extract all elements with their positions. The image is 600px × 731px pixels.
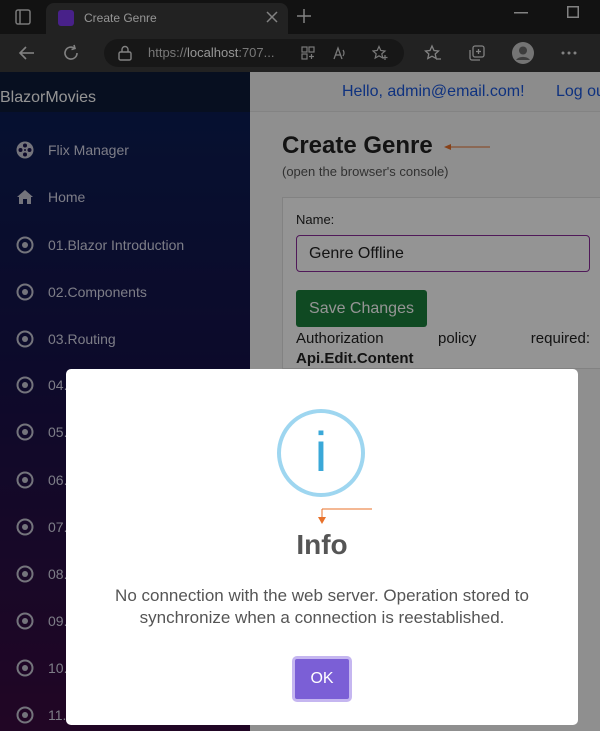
dialog-message: No connection with the web server. Opera…: [115, 586, 529, 627]
annotation-arrow-icon: [318, 508, 372, 524]
ok-button[interactable]: OK: [292, 656, 352, 702]
info-dialog: i Info No connection with the web server…: [66, 369, 578, 725]
info-icon: i: [277, 409, 365, 497]
info-glyph: i: [314, 420, 328, 483]
dialog-title: Info: [296, 529, 348, 560]
